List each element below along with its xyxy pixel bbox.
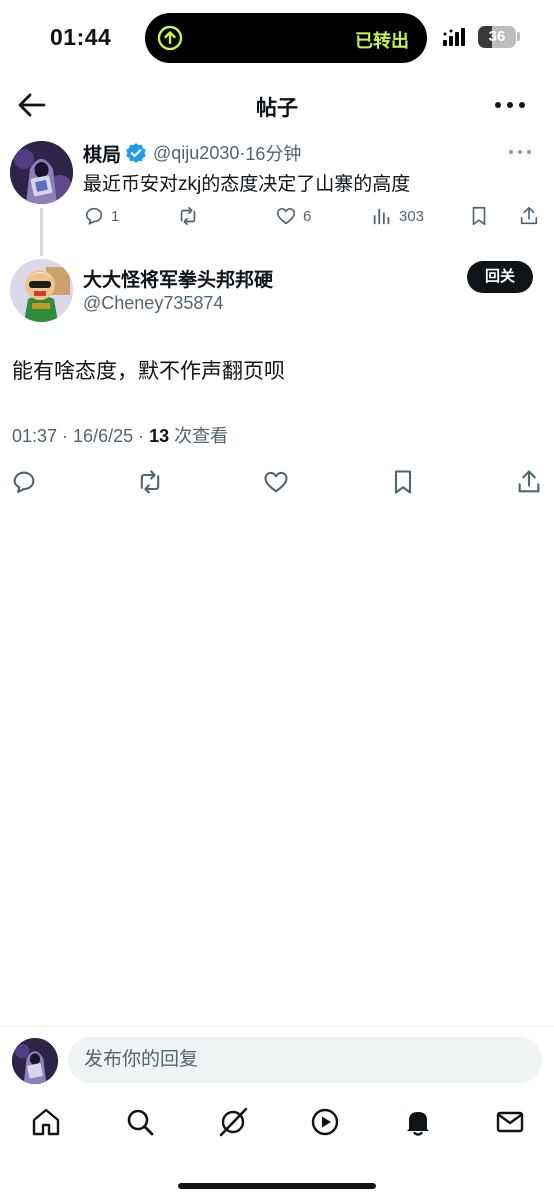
battery-cap <box>517 32 520 41</box>
parent-author-avatar[interactable] <box>10 141 73 204</box>
heart-icon[interactable] <box>262 468 290 496</box>
parent-views-button[interactable]: 303 <box>371 202 424 230</box>
status-time: 01:44 <box>50 24 112 50</box>
island-status-text: 已转出 <box>355 31 409 51</box>
parent-reply-count: 1 <box>111 207 120 225</box>
reply-view-count: 13 <box>149 426 170 446</box>
follow-back-button[interactable]: 回关 <box>467 261 533 293</box>
upload-icon <box>157 25 183 51</box>
hooded-figure-avatar-image <box>10 141 73 204</box>
parent-more-icon[interactable] <box>508 146 532 158</box>
thread-connector-line <box>40 208 43 256</box>
parent-author-name[interactable]: 棋局 <box>83 140 121 167</box>
parent-share-button[interactable] <box>518 202 540 230</box>
reply-compose-input[interactable]: 发布你的回复 <box>68 1037 542 1083</box>
reply-date[interactable]: 16/6/25 <box>73 426 133 446</box>
parent-like-button[interactable]: 6 <box>275 202 311 230</box>
messages-icon[interactable] <box>494 1106 526 1138</box>
parent-reply-button[interactable]: 1 <box>83 202 119 230</box>
hooded-figure-avatar-image <box>12 1038 58 1084</box>
share-icon[interactable] <box>515 468 543 496</box>
views-chart-icon <box>373 208 390 225</box>
parent-action-bar: 1 6 303 <box>83 202 545 230</box>
home-indicator[interactable] <box>178 1183 376 1189</box>
parent-view-count: 303 <box>399 207 425 225</box>
reply-meta-line: 01:37 · 16/6/25 · 13 次查看 <box>12 422 228 448</box>
heart-icon <box>276 208 296 225</box>
parent-bookmark-button[interactable] <box>468 202 490 230</box>
reply-time[interactable]: 01:37 <box>12 426 57 446</box>
parent-tweet-text: 最近币安对zkj的态度决定了山寨的高度 <box>83 174 411 195</box>
cartoon-general-avatar-image <box>10 259 73 322</box>
top-header: 帖子 <box>0 80 554 130</box>
reply-icon <box>85 207 103 225</box>
bottom-tab-bar <box>0 1100 554 1150</box>
battery-percent: 36 <box>488 28 506 45</box>
parent-repost-button[interactable] <box>177 202 205 230</box>
parent-author-row: 棋局 @qiju2030 · 16分钟 <box>83 140 301 166</box>
home-icon[interactable] <box>30 1106 62 1138</box>
bookmark-icon[interactable] <box>389 468 417 496</box>
grok-icon[interactable] <box>217 1106 249 1138</box>
parent-time-ago[interactable]: 16分钟 <box>245 140 301 166</box>
video-icon[interactable] <box>309 1106 341 1138</box>
dynamic-island[interactable]: 已转出 <box>145 13 427 63</box>
repost-icon[interactable] <box>136 468 164 496</box>
share-icon <box>520 206 538 225</box>
reply-tweet-text: 能有啥态度，默不作声翻页呗 <box>12 360 285 383</box>
notifications-icon[interactable] <box>402 1106 434 1138</box>
reply-author-name[interactable]: 大大怪将军拳头邦邦硬 <box>83 265 273 292</box>
reply-icon[interactable] <box>10 468 38 496</box>
current-user-avatar[interactable] <box>12 1038 58 1084</box>
compose-divider <box>0 1026 554 1027</box>
repost-icon <box>180 206 196 226</box>
more-options-icon[interactable] <box>492 90 528 120</box>
status-bar: 01:44 已转出 36 <box>0 0 554 76</box>
meta-separator: · <box>57 426 74 446</box>
bookmark-icon <box>472 206 486 226</box>
parent-author-handle[interactable]: @qiju2030 <box>153 143 239 164</box>
verified-badge-icon <box>126 143 146 163</box>
reply-author-avatar[interactable] <box>10 259 73 322</box>
reply-action-bar <box>0 464 554 498</box>
reply-views-label: 次查看 <box>169 426 229 446</box>
meta-separator: · <box>133 426 150 446</box>
reply-author-handle[interactable]: @Cheney735874 <box>83 293 223 314</box>
signal-icon <box>443 28 465 46</box>
parent-like-count: 6 <box>303 207 312 225</box>
search-icon[interactable] <box>124 1106 156 1138</box>
battery-icon: 36 <box>478 26 516 48</box>
page-title: 帖子 <box>256 97 298 120</box>
